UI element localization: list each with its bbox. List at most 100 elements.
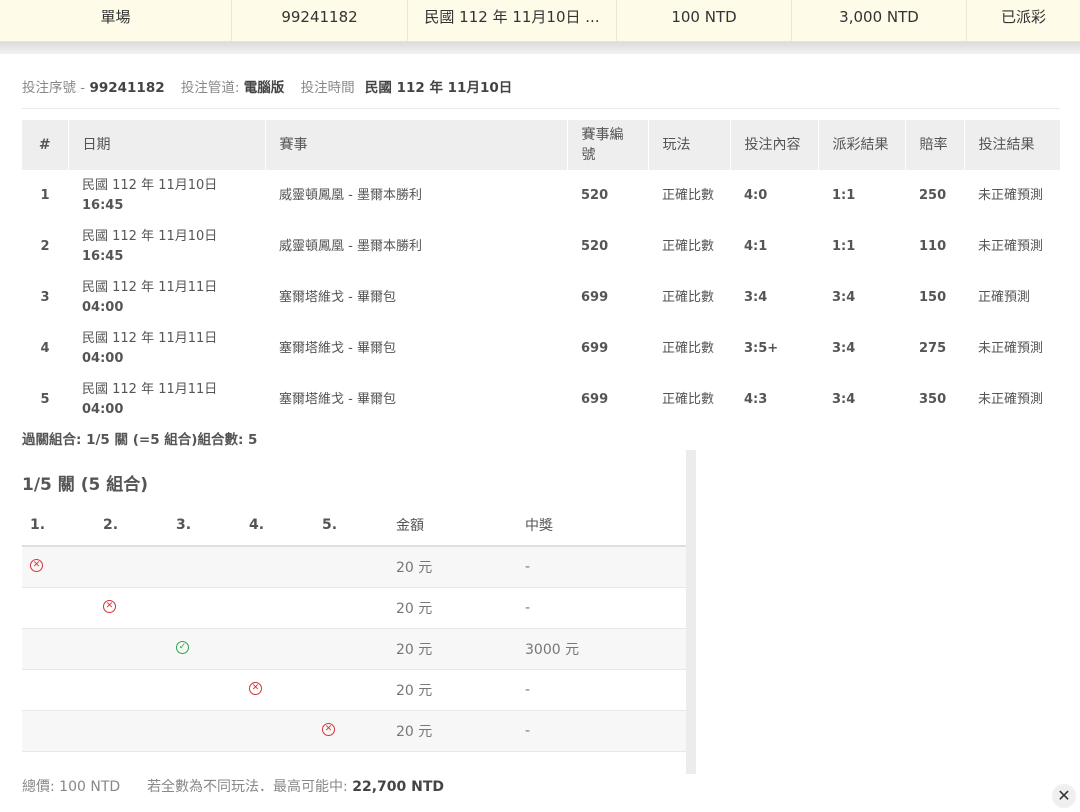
combo-header-leg-4: 4.	[241, 504, 314, 547]
row-match-id: 520	[581, 187, 609, 203]
row-date-day: 民國 112 年 11月10日	[82, 228, 218, 244]
combo-leg-cell: ✓	[168, 628, 241, 670]
row-odds: 110	[919, 238, 947, 254]
check-circle-icon: ✓	[176, 641, 189, 654]
row-pick: 4:1	[744, 238, 768, 254]
row-outcome: 未正確預測	[978, 238, 1044, 254]
summary-stake: 100 NTD	[617, 0, 792, 42]
row-outcome: 未正確預測	[978, 187, 1044, 203]
cross-circle-icon: ✕	[103, 600, 116, 613]
combo-leg-cell	[95, 546, 168, 588]
row-play: 正確比數	[662, 341, 715, 357]
combo-leg-cell	[241, 587, 314, 629]
row-index: 3	[40, 289, 50, 305]
row-index: 5	[40, 392, 50, 408]
row-index: 2	[40, 238, 50, 254]
combo-leg-cell	[314, 628, 388, 670]
combo-row: ✕ 20 元-	[22, 546, 686, 588]
table-row: 2 民國 112 年 11月10日 16:45 威靈頓鳳凰 - 墨爾本勝利 520 正確比…	[22, 221, 1060, 272]
max-payout-label: 若全數為不同玩法．最高可能中:	[147, 779, 348, 795]
row-match: 塞爾塔維戈 - 畢爾包	[279, 341, 396, 357]
row-pick: 3:4	[744, 289, 768, 305]
combo-header-leg-2: 2.	[95, 504, 168, 547]
row-date-day: 民國 112 年 11月11日	[82, 331, 218, 347]
combo-leg-cell	[22, 669, 95, 711]
row-match-id: 699	[581, 341, 609, 357]
summary-serial: 99241182	[232, 0, 408, 42]
row-index: 1	[40, 187, 50, 203]
bet-footer: 總價: 100 NTD 若全數為不同玩法．最高可能中: 22,700 NTD	[22, 776, 444, 796]
combo-win: -	[517, 546, 686, 588]
row-date: 民國 112 年 11月11日 04:00	[68, 272, 265, 323]
col-header-match: 賽事	[265, 120, 568, 170]
combo-leg-cell	[168, 710, 241, 752]
row-result: 3:4	[832, 341, 856, 357]
combo-leg-cell	[314, 546, 388, 588]
bet-legs-table: # 日期 賽事 賽事編號 玩法 投注內容 派彩結果 賠率 投注結果 1 民國 11…	[22, 120, 1061, 426]
cross-circle-icon: ✕	[322, 723, 335, 736]
table-header-row: # 日期 賽事 賽事編號 玩法 投注內容 派彩結果 賠率 投注結果	[22, 120, 1061, 170]
combo-amount: 20 元	[388, 710, 517, 752]
row-date-day: 民國 112 年 11月11日	[82, 279, 218, 295]
row-index: 4	[40, 341, 50, 357]
row-outcome: 未正確預測	[978, 341, 1044, 357]
combination-table: 1. 2. 3. 4. 5. 金額 中獎 ✕ 20 元 - ✕ 20 元 - ✓ 20 元 30…	[22, 504, 686, 752]
row-odds: 350	[919, 392, 947, 408]
row-pick: 4:0	[744, 187, 768, 203]
row-play: 正確比數	[662, 289, 715, 305]
combo-leg-cell	[168, 546, 241, 588]
combo-row: ✕ 20 元-	[22, 710, 686, 752]
combo-win: -	[517, 710, 686, 752]
serial-value: 99241182	[89, 80, 165, 96]
combo-header-leg-3: 3.	[168, 504, 241, 547]
combination-title: 1/5 關 (5 組合)	[22, 475, 148, 495]
row-play: 正確比數	[662, 187, 715, 203]
combo-leg-cell	[22, 628, 95, 670]
combo-amount: 20 元	[388, 546, 517, 588]
channel-value: 電腦版	[243, 80, 285, 96]
row-date-day: 民國 112 年 11月10日	[82, 177, 218, 193]
combo-leg-cell	[241, 628, 314, 670]
time-value: 民國 112 年 11月10日	[364, 80, 513, 96]
summary-date: 民國 112 年 11月10日 ...	[408, 0, 617, 42]
row-date-time: 16:45	[82, 197, 124, 213]
combo-leg-cell	[314, 587, 388, 629]
row-date-day: 民國 112 年 11月11日	[82, 382, 218, 398]
table-row: 5 民國 112 年 11月11日 04:00 塞爾塔維戈 - 畢爾包 699 正確比數 4…	[22, 375, 1060, 426]
row-play: 正確比數	[662, 392, 715, 408]
row-date: 民國 112 年 11月11日 04:00	[68, 324, 265, 375]
row-match: 塞爾塔維戈 - 畢爾包	[279, 289, 396, 305]
row-result: 1:1	[832, 187, 856, 203]
close-icon[interactable]: ✕	[1052, 784, 1076, 808]
combo-leg-cell: ✕	[22, 546, 95, 588]
col-header-outcome: 投注結果	[964, 120, 1061, 170]
row-date-time: 16:45	[82, 248, 124, 264]
summary-status: 已派彩	[1000, 8, 1046, 26]
row-match: 威靈頓鳳凰 - 墨爾本勝利	[279, 238, 422, 254]
col-header-date: 日期	[68, 120, 266, 170]
table-row: 4 民國 112 年 11月11日 04:00 塞爾塔維戈 - 畢爾包 699 正確比數 3…	[22, 324, 1060, 375]
row-pick: 3:5+	[744, 341, 779, 357]
bet-meta: 投注序號 - 99241182 投注管道: 電腦版 投注時間 民國 112 年 …	[22, 76, 512, 96]
row-divider-shadow	[0, 42, 1080, 54]
summary-type: 單場	[0, 0, 232, 42]
combo-win: -	[517, 669, 686, 711]
combo-header-leg-1: 1.	[22, 504, 95, 547]
row-odds: 250	[919, 187, 947, 203]
combo-amount: 20 元	[388, 587, 517, 629]
combo-leg-cell	[168, 669, 241, 711]
combo-leg-cell: ✕	[241, 669, 314, 711]
row-match-id: 699	[581, 289, 609, 305]
combo-win: 3000 元	[517, 628, 686, 670]
row-date: 民國 112 年 11月11日 04:00	[68, 375, 265, 426]
combo-leg-cell	[95, 628, 168, 670]
row-odds: 275	[919, 341, 947, 357]
combo-header-win: 中獎	[517, 504, 686, 547]
combo-leg-cell	[168, 587, 241, 629]
combo-leg-cell	[314, 669, 388, 711]
bet-summary-row[interactable]: 單場 99241182 民國 112 年 11月10日 ... 100 NTD …	[0, 0, 1080, 42]
row-match: 威靈頓鳳凰 - 墨爾本勝利	[279, 187, 422, 203]
row-outcome: 未正確預測	[978, 392, 1044, 408]
col-header-index: #	[22, 120, 69, 170]
table-row: 1 民國 112 年 11月10日 16:45 威靈頓鳳凰 - 墨爾本勝利 520 正確比…	[22, 170, 1060, 221]
